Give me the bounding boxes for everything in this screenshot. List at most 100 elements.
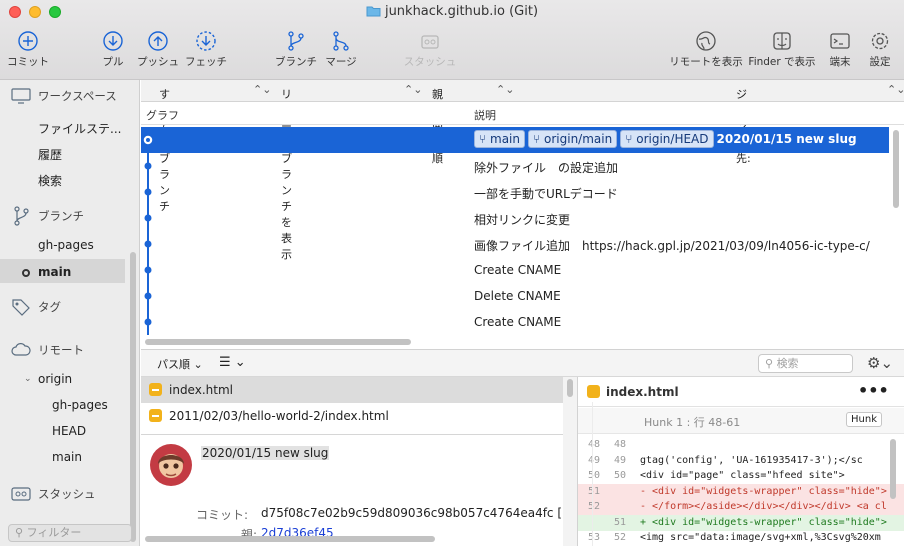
commit-list-horizontal-scrollbar[interactable] [145,339,411,345]
file-search-input[interactable]: ⚲ 検索 [758,354,853,373]
diff-line-text: - <div id="widgets-wrapper" class="hide"… [640,485,887,497]
commit-row[interactable]: Create CNAME [141,257,889,283]
commit-hash-label: コミット: [196,508,249,522]
commit-graph [142,134,154,335]
sidebar-item-search[interactable]: 検索 [38,172,62,189]
select-arrows-icon: ⌃⌄ [496,83,515,96]
commit-row[interactable]: Create CNAME [141,309,889,335]
merge-button[interactable]: マージ [320,28,362,69]
sidebar-section-stash[interactable]: スタッシュ [10,486,96,502]
sidebar-item-file-status[interactable]: ファイルステ... [38,120,121,137]
terminal-button[interactable]: 端末 [824,28,856,69]
branch-tag-origin-head[interactable]: ⑂ origin/HEAD [620,130,714,148]
commit-hash-value[interactable]: d75f08c7e02b9c59d809036c98b057c4764ea4fc… [261,506,561,520]
sidebar-item-history[interactable]: 履歴 [38,146,62,163]
cloud-icon [10,343,32,357]
commit-graph-node [144,214,152,222]
column-graph[interactable]: グラフ [146,107,179,123]
file-search-placeholder: 検索 [776,357,799,370]
sidebar-filter-input[interactable]: ⚲ フィルター [8,524,132,542]
diff-line-text: <div id="page" class="hfeed site"> [640,470,845,481]
pane-splitter[interactable] [563,377,577,546]
chevron-down-icon[interactable]: ⌄ [24,374,32,384]
settings-button[interactable]: 設定 [864,28,896,69]
tag-label: origin/main [544,132,613,146]
file-list-item[interactable]: 2011/02/03/hello-world-2/index.html [141,403,563,429]
sidebar-section-branches-label: ブランチ [38,209,84,223]
diff-line: 49 49 gtag('config', 'UA-161935417-3');</… [578,453,904,469]
stash-button[interactable]: スタッシュ [402,28,458,69]
sidebar-item-origin[interactable]: origin [38,372,72,386]
old-line-number: 53 [587,532,600,543]
new-line-number: 48 [613,439,626,450]
new-line-number: 52 [613,532,626,543]
commit-graph-node [144,240,152,248]
push-button[interactable]: プッシュ [134,28,182,69]
old-line-number: 48 [587,439,600,450]
commit-button[interactable]: コミット [6,28,50,69]
pull-icon [96,28,130,54]
commit-row[interactable]: 画像ファイル追加 https://hack.gpl.jp/2021/03/09/… [141,231,889,257]
diff-line: 48 48 [578,437,904,453]
branch-icon [272,28,320,54]
gear-icon[interactable]: ⚙⌄ [867,354,893,372]
sidebar-section-workspace[interactable]: ワークスペース [10,88,117,104]
commit-row[interactable]: 一部を手動でURLデコード [141,179,889,205]
sidebar: ワークスペース ファイルステ... 履歴 検索 ブランチ gh-pages ma… [0,80,140,546]
commit-message: 一部を手動でURLデコード [474,187,618,201]
commit-row-selected[interactable]: ⑂ main ⑂ origin/main ⑂ origin/HEAD 2020/01/… [141,127,889,153]
commit-row[interactable]: 相対リンクに変更 [141,205,889,231]
branch-tag-origin-main[interactable]: ⑂ origin/main [528,130,618,148]
column-description[interactable]: 説明 [474,107,496,123]
sort-order-label: パス順 [157,358,190,371]
diff-line-text: <img src="data:image/svg+xml,%3Csvg%20xm [640,532,881,543]
window-title-text: junkhack.github.io (Git) [384,4,539,19]
file-list-scrollbar[interactable] [567,379,573,397]
show-remote-button[interactable]: リモートを表示 [668,28,744,69]
commit-message: Create CNAME [474,263,562,277]
sidebar-item-origin-head[interactable]: HEAD [52,424,86,438]
fetch-button[interactable]: フェッチ [182,28,230,69]
search-icon: ⚲ [765,357,774,370]
fetch-label: フェッチ [185,56,227,68]
monitor-icon [10,88,32,104]
list-view-icon[interactable]: ☰ ⌄ [219,355,246,370]
new-line-number: 50 [613,470,626,481]
pull-button[interactable]: プル [96,28,130,69]
select-arrows-icon: ⌃⌄ [404,83,423,96]
commit-message: 2020/01/15 new slug [716,132,857,146]
pull-label: プル [102,56,124,68]
diff-line-text: - </form></aside></div></div></div> <a c… [640,501,887,512]
new-line-number: 51 [613,516,626,528]
sidebar-section-tags[interactable]: タグ [10,298,61,316]
diff-line-text: gtag('config', 'UA-161935417-3');</sc [640,454,863,466]
commit-list-vertical-scrollbar[interactable] [893,130,899,208]
commit-message: Delete CNAME [474,289,561,303]
commit-row[interactable]: 除外ファイル の設定追加 [141,153,889,179]
sidebar-section-remotes[interactable]: リモート [10,342,84,358]
sidebar-item-main[interactable]: main [38,265,71,279]
sort-order-select[interactable]: パス順 ⌄ [157,356,203,372]
diff-file-name: index.html [606,385,679,399]
sidebar-section-branches[interactable]: ブランチ [10,206,84,226]
branch-tag-main[interactable]: ⑂ main [474,130,525,148]
diff-line: 51 + <div id="widgets-wrapper" class="hid… [578,514,904,531]
commit-detail-message: 2020/01/15 new slug [201,446,330,460]
sidebar-section-workspace-label: ワークスペース [38,89,117,103]
diff-scrollbar[interactable] [890,439,896,499]
bottom-horizontal-scrollbar[interactable] [145,536,435,542]
sidebar-item-origin-main[interactable]: main [52,450,82,464]
commit-row[interactable]: Delete CNAME [141,283,889,309]
sidebar-scrollbar[interactable] [130,252,136,542]
commit-graph-node [144,292,152,300]
sidebar-item-origin-gh-pages[interactable]: gh-pages [52,398,108,412]
more-options-icon[interactable]: ••• [858,381,889,400]
file-list-item-selected[interactable]: index.html [141,377,563,403]
hunk-action-button[interactable]: Hunk [846,412,882,427]
sidebar-section-remotes-label: リモート [38,343,84,357]
finder-button[interactable]: Finder で表示 [746,28,818,69]
branch-icon [10,206,32,226]
branch-button[interactable]: ブランチ [272,28,320,69]
sidebar-item-gh-pages[interactable]: gh-pages [38,238,94,252]
hunk-title: Hunk 1 : 行 48-61 [644,416,741,429]
